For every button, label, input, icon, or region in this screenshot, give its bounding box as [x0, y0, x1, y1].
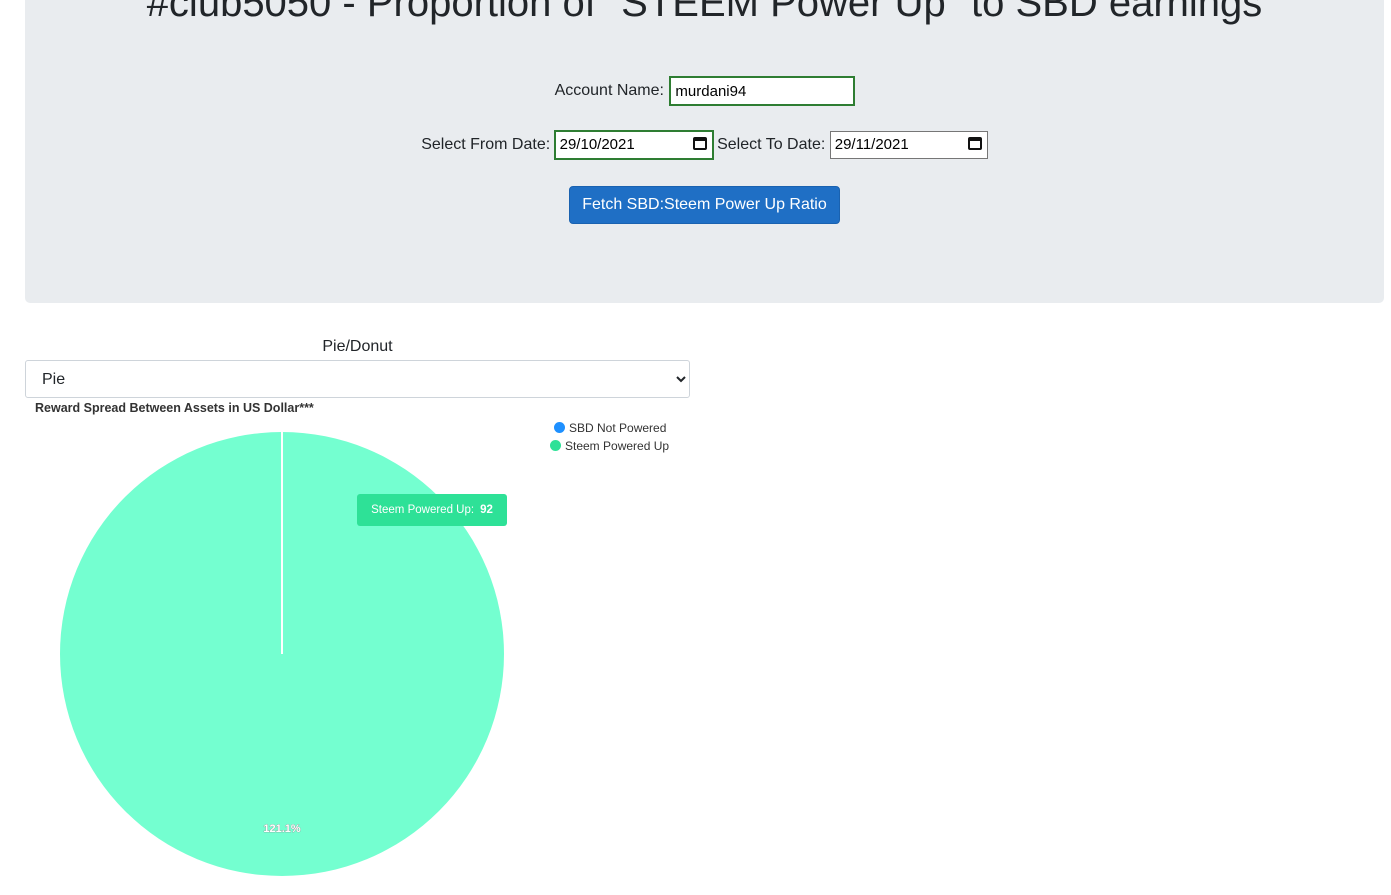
chart-type-label: Pie/Donut: [322, 338, 393, 355]
fetch-ratio-button[interactable]: Fetch SBD:Steem Power Up Ratio: [569, 186, 840, 224]
chart-tooltip: Steem Powered Up: 92: [357, 494, 507, 526]
to-date-label: Select To Date:: [717, 136, 826, 153]
to-date-value: 29/11/2021: [834, 136, 909, 153]
legend-swatch-steem: [550, 440, 561, 451]
legend-item-sbd[interactable]: SBD Not Powered: [550, 419, 669, 437]
account-name-input[interactable]: [670, 77, 855, 105]
calendar-icon[interactable]: [967, 137, 982, 150]
chart-title: Reward Spread Between Assets in US Dolla…: [35, 401, 314, 415]
tooltip-value: 92: [480, 504, 493, 516]
from-date-value: 29/10/2021: [559, 136, 635, 153]
from-date-input[interactable]: 29/10/2021: [554, 131, 713, 159]
calendar-icon[interactable]: [692, 137, 707, 150]
legend-swatch-sbd: [554, 422, 565, 433]
header-panel: #club5050 - Proportion of "STEEM Power U…: [25, 0, 1384, 303]
account-name-label: Account Name:: [554, 82, 664, 99]
from-date-label: Select From Date:: [421, 136, 551, 153]
page-title: #club5050 - Proportion of "STEEM Power U…: [146, 0, 1263, 25]
legend-label-sbd: SBD Not Powered: [569, 421, 667, 435]
pie-chart: 121.1%: [60, 432, 504, 876]
date-row: Select From Date: 29/10/2021 Select To D…: [25, 131, 1384, 163]
chart-legend: SBD Not Powered Steem Powered Up: [550, 419, 669, 455]
chart-type-select[interactable]: Pie: [25, 360, 690, 398]
pie-data-label: 121.1%: [263, 823, 301, 835]
tooltip-label: Steem Powered Up:: [371, 504, 475, 516]
legend-label-steem: Steem Powered Up: [565, 439, 670, 453]
legend-item-steem[interactable]: Steem Powered Up: [550, 437, 669, 455]
account-row: Account Name:: [25, 77, 1384, 109]
to-date-input[interactable]: 29/11/2021: [829, 131, 988, 159]
